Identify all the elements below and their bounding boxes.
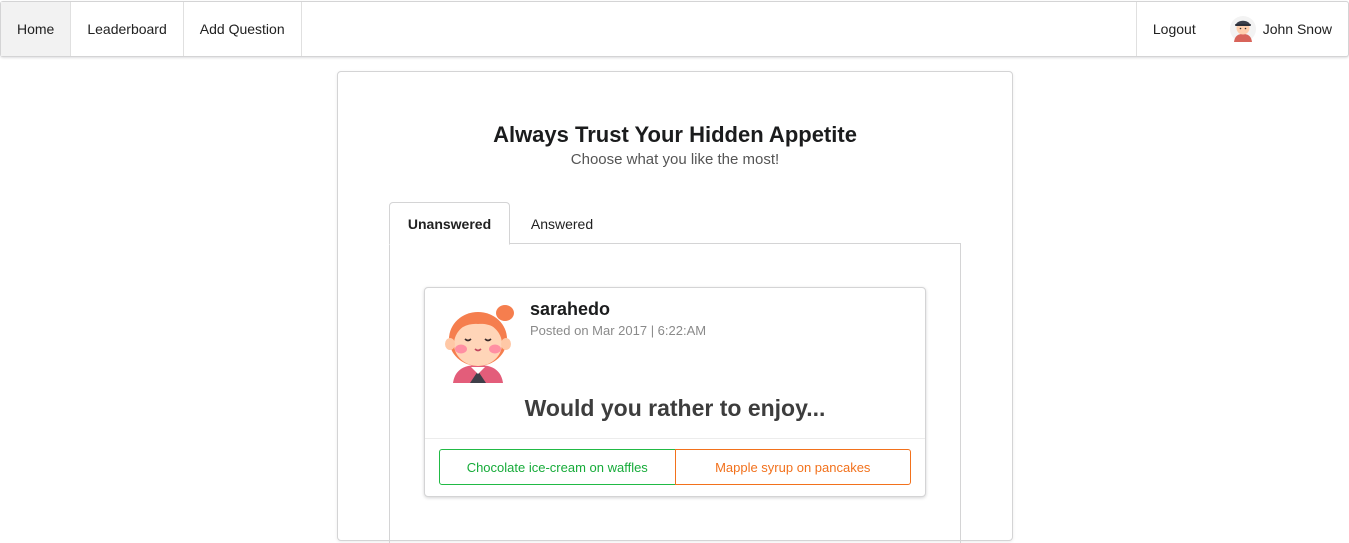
page-title: Always Trust Your Hidden Appetite xyxy=(493,122,857,147)
tab-answered-label: Answered xyxy=(530,215,594,232)
option-one-label: Chocolate ice-cream on waffles xyxy=(466,459,648,475)
nav-home-label: Home xyxy=(17,21,55,37)
nav-leaderboard[interactable]: Leaderboard xyxy=(71,2,184,56)
option-one-button[interactable]: Chocolate ice-cream on waffles xyxy=(439,449,676,485)
question-timestamp: Posted on Mar 2017 | 6:22:AM xyxy=(530,323,707,338)
question-tabs: Unanswered Answered xyxy=(389,202,961,245)
main-card: Always Trust Your Hidden Appetite Choose… xyxy=(337,71,1013,543)
tab-answered[interactable]: Answered xyxy=(510,202,614,245)
question-author: sarahedo xyxy=(530,299,611,319)
male-avatar-icon xyxy=(1229,16,1256,42)
female-avatar-icon xyxy=(445,305,514,383)
tab-unanswered-label: Unanswered xyxy=(407,215,492,232)
current-user: John Snow xyxy=(1212,2,1348,56)
nav-home[interactable]: Home xyxy=(1,2,72,56)
option-two-label: Mapple syrup on pancakes xyxy=(715,459,871,475)
tab-unanswered[interactable]: Unanswered xyxy=(389,202,510,245)
page-subtitle: Choose what you like the most! xyxy=(570,151,780,168)
question-prompt: Would you rather to enjoy... xyxy=(524,395,826,421)
question-card: sarahedo Posted on Mar 2017 | 6:22:AM Wo… xyxy=(424,287,926,497)
logout-button[interactable]: Logout xyxy=(1135,2,1212,56)
user-name: John Snow xyxy=(1262,21,1332,37)
top-navigation: Home Leaderboard Add Question Logout Joh… xyxy=(0,1,1349,57)
nav-add-question-label: Add Question xyxy=(199,21,285,37)
logout-label: Logout xyxy=(1152,21,1196,37)
option-button-group: Chocolate ice-cream on waffles Mapple sy… xyxy=(439,449,911,485)
question-divider xyxy=(425,438,925,439)
nav-add-question[interactable]: Add Question xyxy=(184,2,302,56)
option-two-button[interactable]: Mapple syrup on pancakes xyxy=(674,449,911,485)
nav-leaderboard-label: Leaderboard xyxy=(87,21,167,37)
